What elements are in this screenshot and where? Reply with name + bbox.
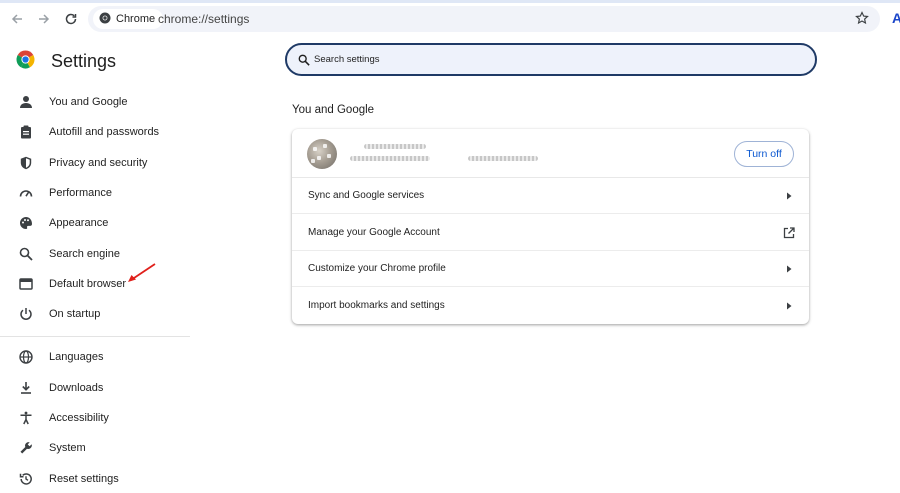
sidebar-item-accessibility[interactable]: Accessibility xyxy=(18,408,188,428)
sidebar-item-autofill[interactable]: Autofill and passwords xyxy=(18,122,188,142)
history-icon xyxy=(18,471,34,487)
blurred-account-email-domain xyxy=(468,156,538,161)
arrow-right-icon xyxy=(783,263,795,275)
sidebar-item-label: Languages xyxy=(49,351,104,363)
account-row: Turn off xyxy=(292,129,809,178)
row-manage-google-account[interactable]: Manage your Google Account xyxy=(292,215,809,251)
sidebar-item-system[interactable]: System xyxy=(18,438,188,458)
clipboard-icon xyxy=(18,124,34,140)
avatar xyxy=(307,139,337,169)
url-text[interactable]: chrome://settings xyxy=(158,12,249,26)
sidebar-item-label: System xyxy=(49,442,86,454)
row-label: Customize your Chrome profile xyxy=(308,263,446,274)
sidebar-item-label: Privacy and security xyxy=(49,157,148,169)
blurred-account-email xyxy=(350,156,430,161)
row-label: Sync and Google services xyxy=(308,190,425,201)
person-icon xyxy=(18,94,34,110)
sidebar-item-downloads[interactable]: Downloads xyxy=(18,378,188,398)
sidebar-item-you-and-google[interactable]: You and Google xyxy=(18,92,188,112)
sidebar-item-appearance[interactable]: Appearance xyxy=(18,213,188,233)
arrow-right-icon xyxy=(783,300,795,312)
sidebar-item-label: On startup xyxy=(49,308,101,320)
row-label: Manage your Google Account xyxy=(308,227,440,238)
sidebar-item-label: You and Google xyxy=(49,96,128,108)
palette-icon xyxy=(18,215,34,231)
globe-icon xyxy=(18,349,34,365)
download-icon xyxy=(18,380,34,396)
sidebar-item-label: Search engine xyxy=(49,248,120,260)
row-sync-and-google-services[interactable]: Sync and Google services xyxy=(292,178,809,214)
blurred-account-name xyxy=(364,144,426,149)
you-and-google-card: Turn off Sync and Google services Manage… xyxy=(292,129,809,324)
chrome-logo-icon xyxy=(99,12,111,27)
sidebar-item-label: Autofill and passwords xyxy=(49,126,160,138)
row-customize-chrome-profile[interactable]: Customize your Chrome profile xyxy=(292,251,809,287)
section-title: You and Google xyxy=(292,104,375,116)
sidebar-item-label: Accessibility xyxy=(49,412,109,424)
sidebar-item-languages[interactable]: Languages xyxy=(18,347,188,367)
sidebar-item-label: Appearance xyxy=(49,217,109,229)
star-icon[interactable] xyxy=(855,11,869,30)
address-bar[interactable]: Chrome chrome://settings xyxy=(88,6,880,32)
chrome-logo xyxy=(16,50,35,69)
row-label: Import bookmarks and settings xyxy=(308,300,445,311)
sidebar-item-label: Default browser xyxy=(49,278,127,290)
sidebar-item-label: Downloads xyxy=(49,382,104,394)
toolbar-top-strip xyxy=(0,0,900,3)
arrow-right-icon xyxy=(783,190,795,202)
open-external-icon xyxy=(783,227,795,239)
shield-icon xyxy=(18,155,34,171)
page-title: Settings xyxy=(51,51,117,71)
row-import-bookmarks[interactable]: Import bookmarks and settings xyxy=(292,288,809,324)
profile-avatar-letter[interactable]: A xyxy=(892,10,900,26)
sidebar-item-label: Reset settings xyxy=(49,473,119,485)
annotation-arrow-icon xyxy=(126,262,158,289)
speedometer-icon xyxy=(18,185,34,201)
browser-window-icon xyxy=(18,276,34,292)
sidebar-item-label: Performance xyxy=(49,187,112,199)
site-chip[interactable]: Chrome xyxy=(93,9,164,29)
search-icon xyxy=(298,53,310,71)
search-settings-field[interactable]: Search settings xyxy=(285,43,817,76)
forward-icon[interactable] xyxy=(35,10,53,28)
search-icon xyxy=(18,246,34,262)
sidebar-divider xyxy=(0,336,190,337)
wrench-icon xyxy=(18,440,34,456)
sidebar-item-performance[interactable]: Performance xyxy=(18,183,188,203)
sidebar-item-on-startup[interactable]: On startup xyxy=(18,304,188,324)
browser-toolbar: Chrome chrome://settings A xyxy=(0,0,900,38)
accessibility-icon xyxy=(18,410,34,426)
sidebar-item-default-browser[interactable]: Default browser xyxy=(18,274,188,294)
sidebar-item-privacy[interactable]: Privacy and security xyxy=(18,153,188,173)
turn-off-button[interactable]: Turn off xyxy=(734,141,794,167)
sidebar-item-reset-settings[interactable]: Reset settings xyxy=(18,469,188,489)
sidebar-item-search-engine[interactable]: Search engine xyxy=(18,244,188,264)
back-icon[interactable] xyxy=(8,10,26,28)
reload-icon[interactable] xyxy=(62,10,80,28)
search-placeholder: Search settings xyxy=(314,54,380,65)
site-chip-label: Chrome xyxy=(116,13,156,25)
power-icon xyxy=(18,306,34,322)
